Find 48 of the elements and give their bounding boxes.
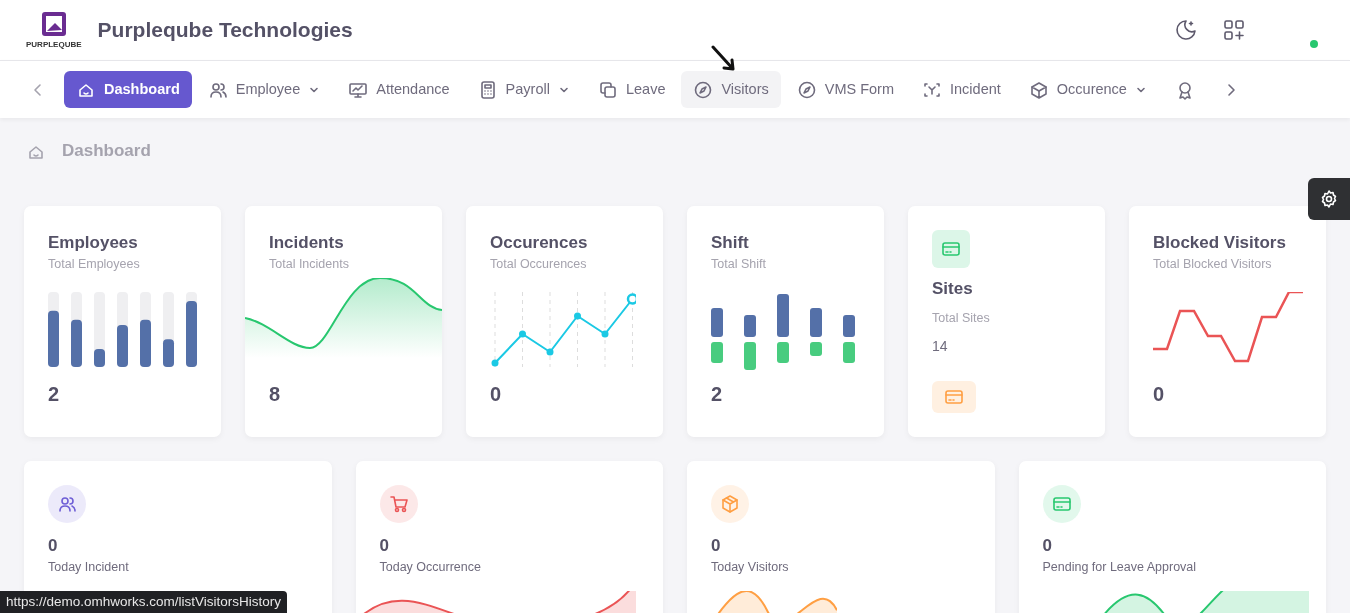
card-title: Employees	[48, 231, 139, 254]
card-title: Shift	[711, 231, 750, 254]
card-subtitle: Total Sites	[932, 310, 991, 327]
nav-tab[interactable]: Incident	[910, 70, 1013, 109]
nav-tab[interactable]: Visitors	[681, 70, 781, 109]
settings-icon	[1319, 189, 1339, 209]
card-value: 2	[711, 381, 723, 407]
boxes-icon	[1028, 79, 1049, 100]
nav-tab[interactable]: Employee	[195, 70, 333, 109]
nav-tab[interactable]: Occurence	[1016, 70, 1159, 109]
box-icon	[720, 493, 740, 514]
card-value: 0	[379, 534, 390, 557]
cart-icon	[388, 493, 409, 514]
card-value: 0	[711, 534, 722, 557]
settings-button[interactable]	[1308, 178, 1350, 220]
card-subtitle: Total Employees	[48, 256, 141, 273]
card-label: Today Incident	[48, 559, 130, 576]
card-title: Blocked Visitors	[1153, 231, 1287, 254]
nav-tab[interactable]: Attendance	[336, 70, 462, 109]
card-subtitle: Total Incidents	[269, 256, 350, 273]
card-title: Sites	[932, 277, 974, 300]
card-subtitle: Total Shift	[711, 256, 767, 273]
company-name: Purpleqube Technologies	[97, 17, 353, 44]
card-value: 2	[48, 381, 60, 407]
card-value: 8	[269, 381, 281, 407]
card-value: 0	[1153, 381, 1165, 407]
card-label: Today Occurrence	[379, 559, 482, 576]
nav-tab[interactable]: VMS Form	[784, 70, 906, 109]
compass-icon	[693, 79, 714, 100]
card-subtitle: Total Blocked Visitors	[1153, 256, 1273, 273]
copy-icon	[597, 79, 618, 100]
nav-tab[interactable]: Payroll	[465, 70, 582, 109]
card-label: Today Visitors	[711, 559, 790, 576]
link-url-status: https://demo.omhworks.com/listVisitorsHistory	[0, 590, 288, 613]
apps-icon[interactable]	[1222, 18, 1246, 42]
card-subtitle: Total Occurences	[490, 256, 588, 273]
logo-text: PURPLEQUBE	[26, 40, 82, 50]
compass-icon	[796, 79, 817, 100]
card-value: 0	[1042, 534, 1053, 557]
card-label: Pending for Leave Approval	[1042, 559, 1198, 576]
card-value: 0	[490, 381, 502, 407]
nav-tab[interactable]: Leave	[585, 70, 678, 109]
nav-tab[interactable]: Dashboard	[64, 70, 192, 109]
card-value: 0	[48, 534, 59, 557]
moon-icon[interactable]	[1174, 18, 1198, 42]
card-title: Occurences	[490, 231, 589, 254]
card-title: Incidents	[269, 231, 345, 254]
card-value: 14	[932, 336, 949, 356]
